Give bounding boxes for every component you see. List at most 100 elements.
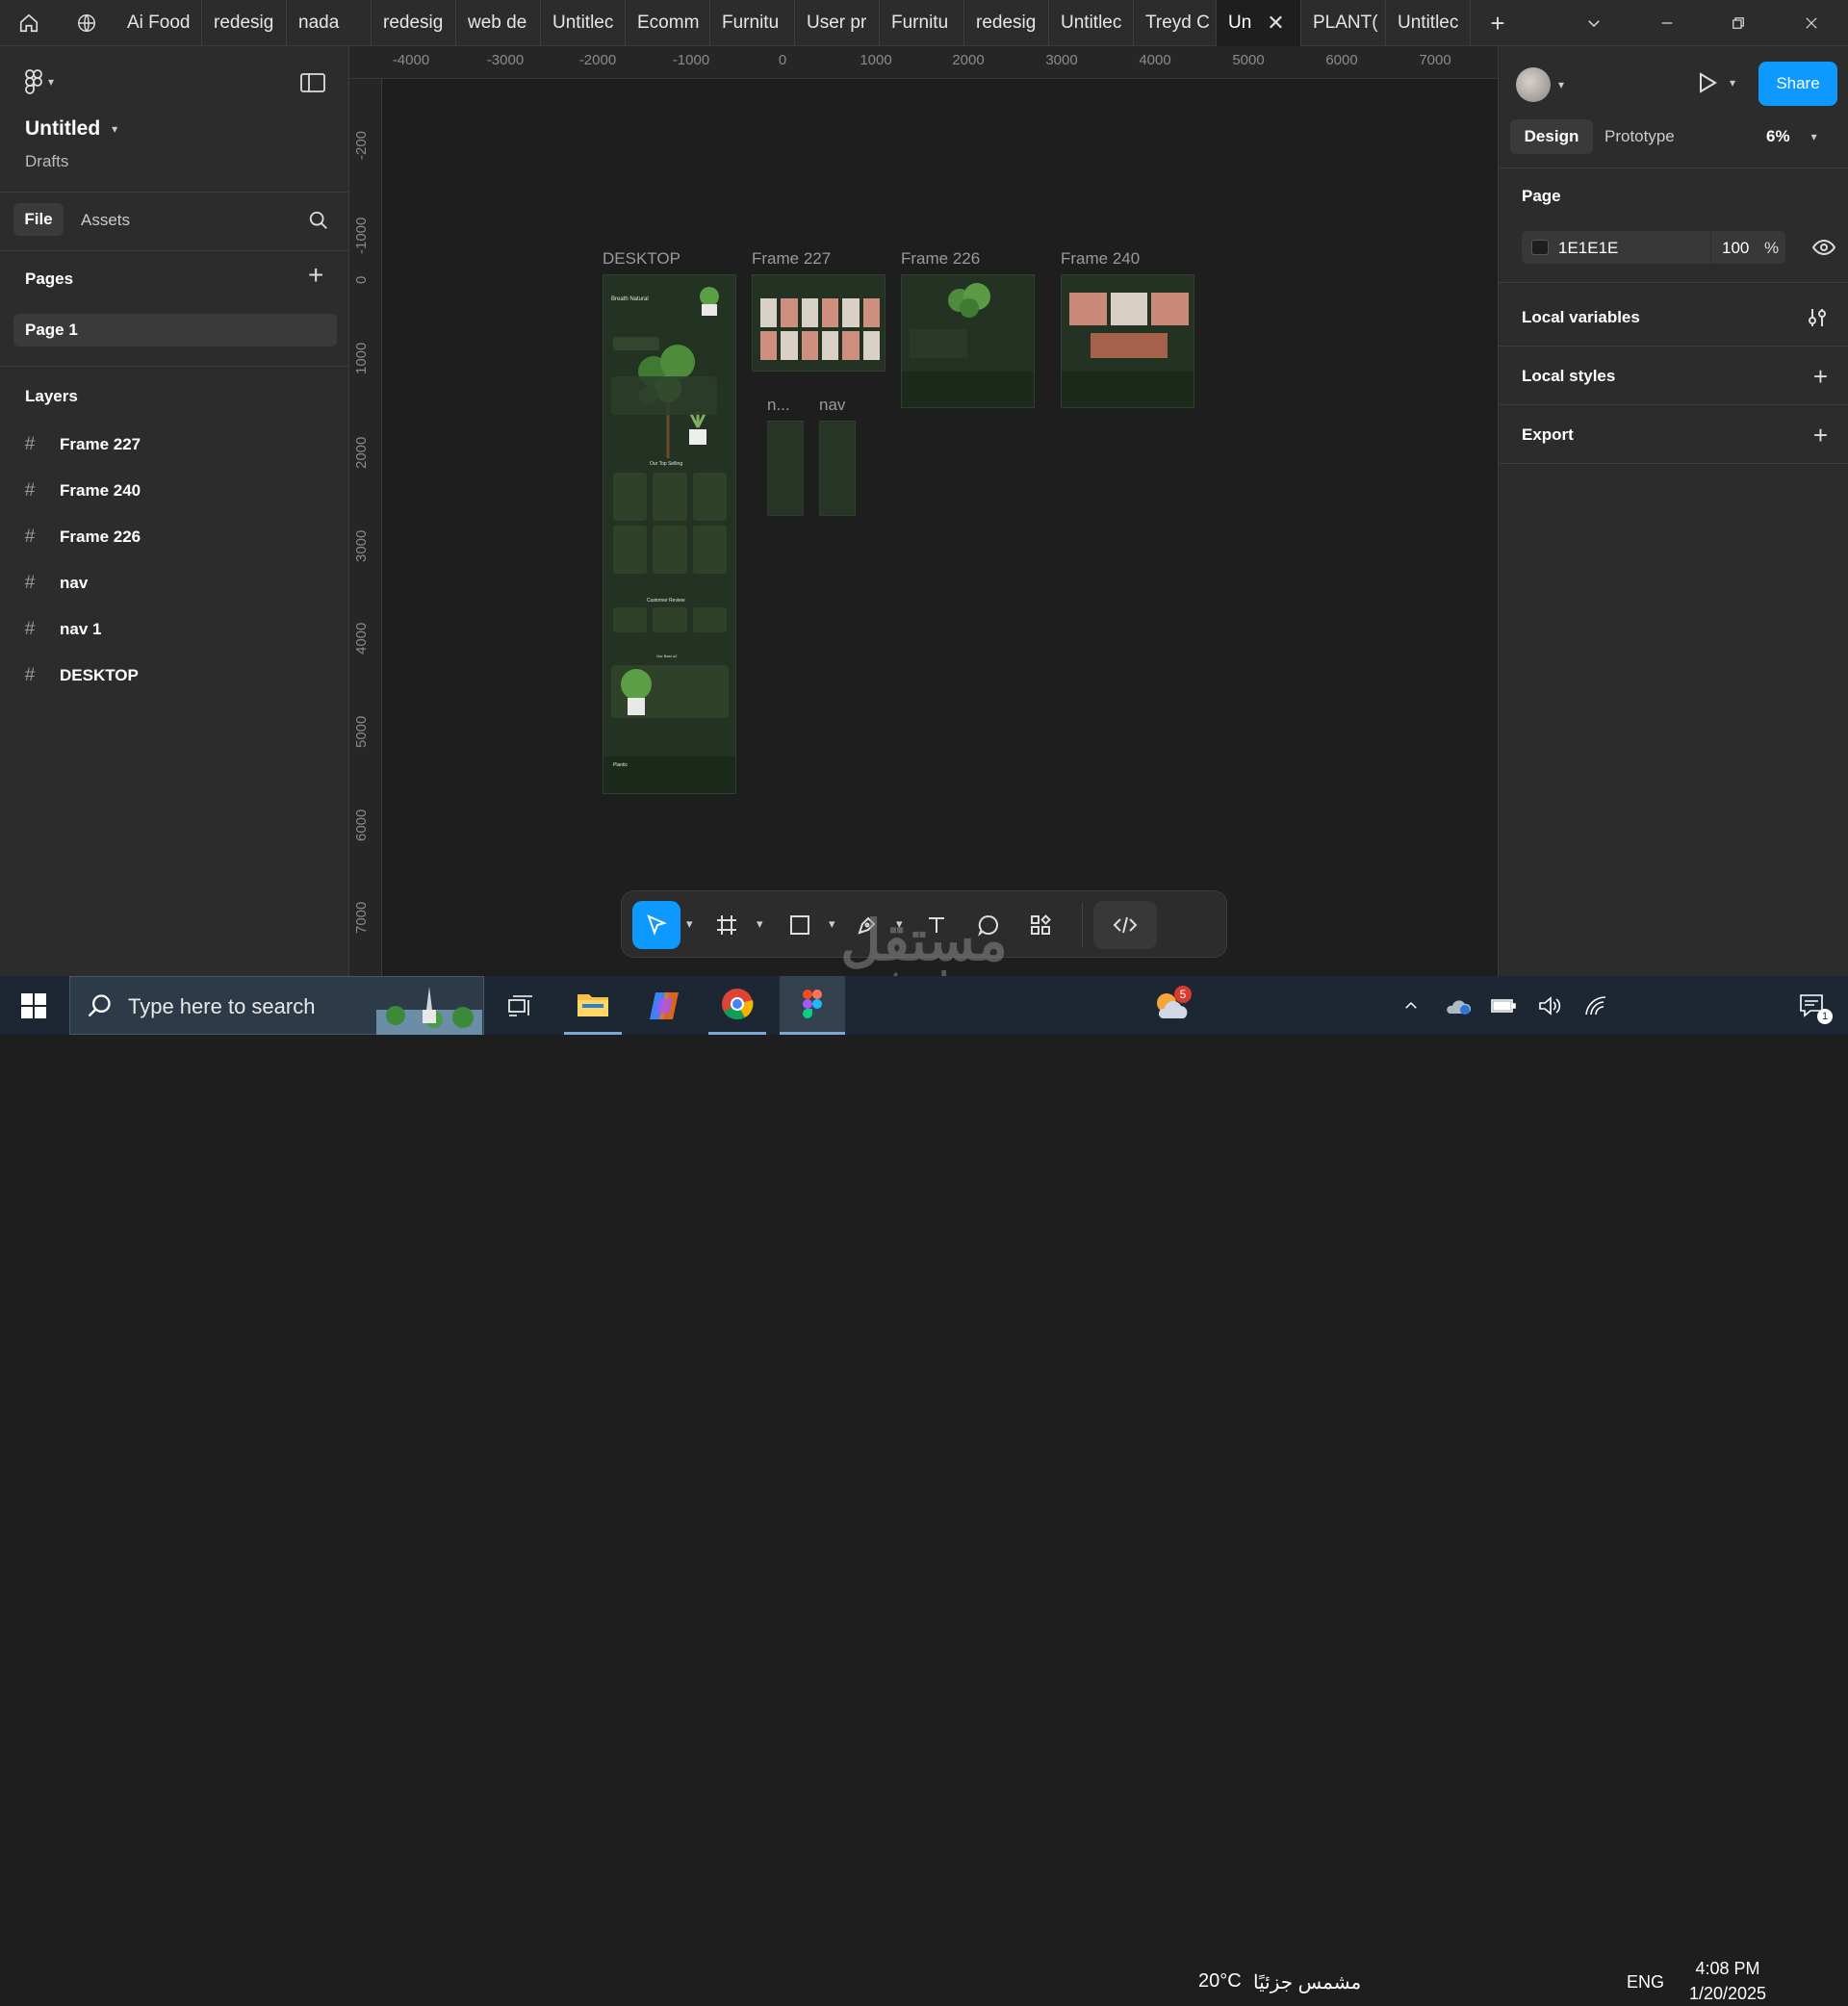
tab[interactable]: redesig: [202, 0, 287, 46]
chevron-down-icon: ▾: [112, 122, 118, 136]
tab[interactable]: redesig: [372, 0, 456, 46]
present-button[interactable]: ▾: [1697, 71, 1735, 94]
page-color-hex[interactable]: 1E1E1E: [1558, 239, 1618, 258]
close-window-icon[interactable]: [1786, 0, 1836, 46]
tab[interactable]: Treyd C: [1134, 0, 1217, 46]
layer-item[interactable]: # nav: [0, 560, 349, 606]
layer-item[interactable]: # Frame 240: [0, 468, 349, 514]
variables-settings-icon[interactable]: [1807, 307, 1828, 328]
tab-design[interactable]: Design: [1510, 119, 1593, 154]
weather-text[interactable]: مشمس جزئيًا: [1253, 1970, 1361, 1994]
tab[interactable]: web de: [456, 0, 541, 46]
comment-tool-button[interactable]: [964, 901, 1013, 949]
onedrive-icon[interactable]: [1440, 976, 1475, 1035]
copilot-icon[interactable]: [635, 976, 693, 1035]
design-canvas[interactable]: -4000 -3000 -2000 -1000 0 1000 2000 3000…: [349, 46, 1498, 976]
tab[interactable]: PLANT(: [1301, 0, 1386, 46]
frame-240[interactable]: [1061, 274, 1194, 408]
dev-mode-toggle[interactable]: [1093, 901, 1157, 949]
frame-label-nav1[interactable]: n...: [767, 396, 790, 415]
restore-icon[interactable]: [1713, 0, 1763, 46]
chevron-down-icon[interactable]: ▾: [686, 916, 693, 932]
tab[interactable]: Untitlec: [1049, 0, 1134, 46]
globe-icon[interactable]: [58, 0, 116, 46]
close-icon[interactable]: ✕: [1267, 11, 1284, 36]
tab[interactable]: Ecomm: [626, 0, 710, 46]
file-explorer-icon[interactable]: [564, 976, 622, 1035]
windows-start-icon[interactable]: [0, 976, 67, 1035]
language-indicator[interactable]: ENG: [1627, 1972, 1664, 1993]
weather-icon[interactable]: 5: [1151, 986, 1192, 1027]
search-icon[interactable]: [308, 210, 329, 236]
layer-item[interactable]: # Frame 227: [0, 422, 349, 468]
page-item[interactable]: Page 1: [13, 314, 337, 347]
tab[interactable]: nada: [287, 0, 372, 46]
chevron-down-icon[interactable]: ▾: [829, 916, 835, 932]
frame-226[interactable]: [901, 274, 1035, 408]
chrome-icon[interactable]: [708, 976, 766, 1035]
frame-label-desktop[interactable]: DESKTOP: [603, 249, 680, 269]
export-row[interactable]: Export +: [1499, 406, 1848, 464]
volume-icon[interactable]: [1532, 976, 1567, 1035]
tab-assets[interactable]: Assets: [81, 211, 130, 230]
frame-label-240[interactable]: Frame 240: [1061, 249, 1140, 269]
temperature[interactable]: 20°C: [1198, 1970, 1242, 1993]
tab[interactable]: Untitlec: [541, 0, 626, 46]
add-page-plus-icon[interactable]: +: [308, 260, 323, 291]
local-variables-row[interactable]: Local variables: [1499, 289, 1848, 347]
tab[interactable]: Untitlec: [1386, 0, 1471, 46]
tab[interactable]: redesig: [964, 0, 1049, 46]
page-color-field[interactable]: 1E1E1E 100 %: [1522, 231, 1785, 264]
add-style-plus-icon[interactable]: +: [1813, 362, 1828, 392]
rectangle-tool-button[interactable]: [776, 901, 824, 949]
tab-file[interactable]: File: [13, 203, 64, 236]
add-export-plus-icon[interactable]: +: [1813, 421, 1828, 450]
frame-tool-button[interactable]: [703, 901, 751, 949]
sidebar-toggle-icon[interactable]: [300, 73, 325, 97]
text-tool-button[interactable]: [912, 901, 961, 949]
tab-prototype[interactable]: Prototype: [1604, 127, 1675, 146]
layer-item[interactable]: # nav 1: [0, 606, 349, 653]
frame-desktop[interactable]: Breath Natural Our Top Selling Customer …: [603, 274, 736, 794]
new-tab-plus-icon[interactable]: +: [1473, 0, 1523, 46]
page-opacity[interactable]: 100: [1722, 239, 1749, 258]
tab[interactable]: Furnitu: [710, 0, 795, 46]
tab[interactable]: User pr: [795, 0, 880, 46]
chevron-down-icon[interactable]: ▾: [896, 916, 903, 932]
local-styles-row[interactable]: Local styles +: [1499, 347, 1848, 405]
chevron-down-icon[interactable]: ▾: [757, 916, 763, 932]
account-menu[interactable]: ▾: [1516, 67, 1564, 102]
figma-taskbar-icon[interactable]: [780, 976, 845, 1035]
task-view-icon[interactable]: [497, 976, 545, 1035]
move-tool-button[interactable]: [632, 901, 680, 949]
frame-label-227[interactable]: Frame 227: [752, 249, 831, 269]
frame-label-nav[interactable]: nav: [819, 396, 845, 415]
notification-icon[interactable]: 1: [1788, 976, 1836, 1035]
frame-227[interactable]: [752, 274, 886, 372]
zoom-dropdown[interactable]: 6% ▾: [1766, 127, 1817, 146]
clock[interactable]: 4:08 PM 1/20/2025: [1675, 1956, 1781, 2006]
vertical-ruler: -200 -1000 0 1000 2000 3000 4000 5000 60…: [349, 79, 382, 976]
home-icon[interactable]: [0, 0, 58, 46]
pen-tool-button[interactable]: [843, 901, 891, 949]
figma-menu-button[interactable]: ▾: [25, 69, 54, 94]
file-name-button[interactable]: Untitled ▾: [25, 117, 117, 141]
frame-label-226[interactable]: Frame 226: [901, 249, 980, 269]
minimize-icon[interactable]: [1642, 0, 1692, 46]
taskbar-search-box[interactable]: Type here to search: [69, 976, 484, 1035]
wifi-icon[interactable]: [1578, 976, 1613, 1035]
share-button[interactable]: Share: [1758, 62, 1837, 106]
chevron-down-icon[interactable]: [1569, 0, 1619, 46]
tab[interactable]: Ai Food: [116, 0, 202, 46]
layer-item[interactable]: # Frame 226: [0, 514, 349, 560]
color-swatch[interactable]: [1531, 240, 1549, 255]
frame-nav[interactable]: [819, 421, 856, 516]
tab-active[interactable]: Un ✕: [1217, 0, 1301, 46]
tab[interactable]: Furnitu: [880, 0, 964, 46]
layer-item[interactable]: # DESKTOP: [0, 653, 349, 699]
battery-icon[interactable]: [1486, 976, 1521, 1035]
components-tool-button[interactable]: [1016, 901, 1065, 949]
chevron-up-icon[interactable]: [1394, 976, 1428, 1035]
eye-icon[interactable]: [1811, 238, 1836, 262]
frame-nav1[interactable]: [767, 421, 804, 516]
